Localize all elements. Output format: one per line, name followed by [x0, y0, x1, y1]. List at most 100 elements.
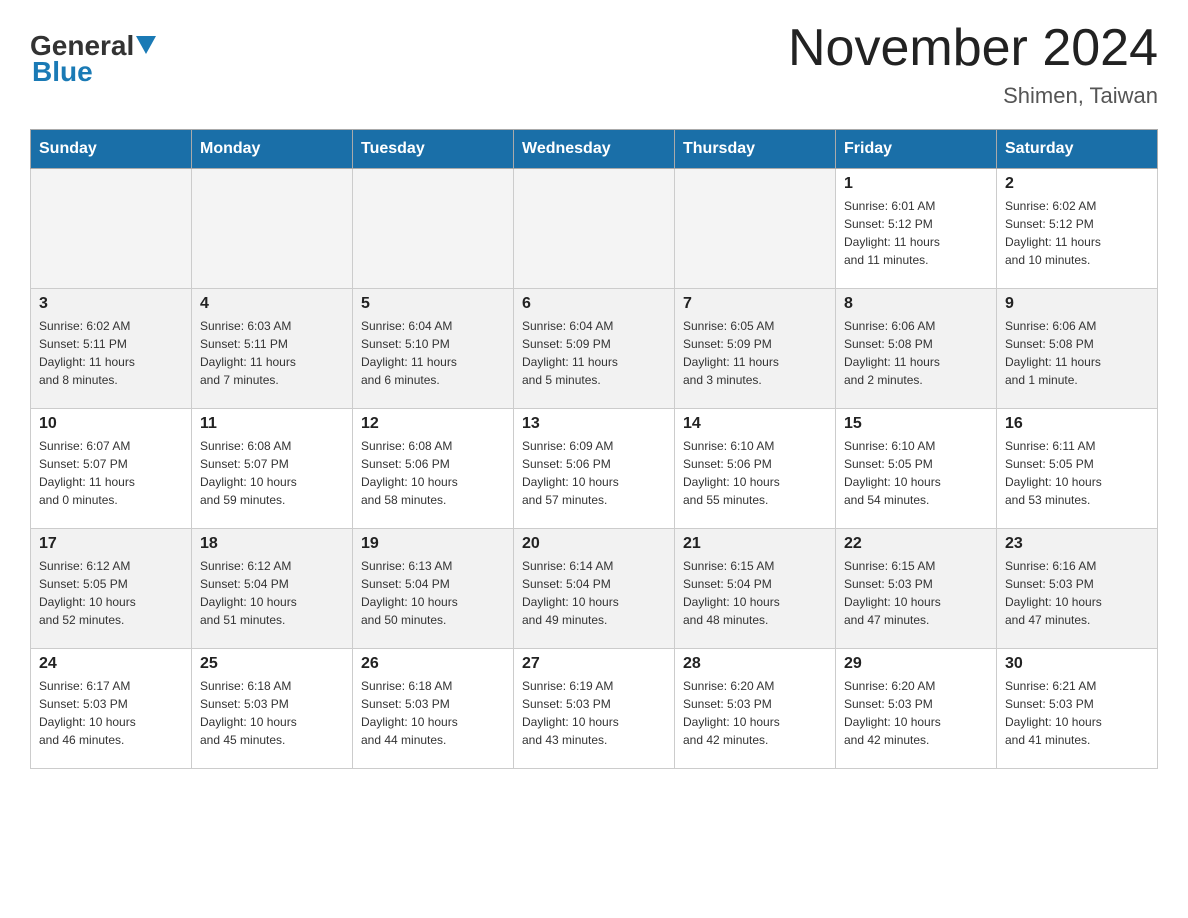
day-number: 5 — [361, 295, 505, 313]
calendar-header-tuesday: Tuesday — [353, 130, 514, 169]
calendar-cell: 22 Sunrise: 6:15 AM Sunset: 5:03 PM Dayli… — [836, 529, 997, 649]
calendar-cell: 26 Sunrise: 6:18 AM Sunset: 5:03 PM Dayli… — [353, 649, 514, 769]
calendar-cell: 8 Sunrise: 6:06 AM Sunset: 5:08 PM Daylig… — [836, 289, 997, 409]
calendar-cell: 14 Sunrise: 6:10 AM Sunset: 5:06 PM Dayli… — [675, 409, 836, 529]
calendar-cell: 28 Sunrise: 6:20 AM Sunset: 5:03 PM Dayli… — [675, 649, 836, 769]
day-number: 2 — [1005, 175, 1149, 193]
calendar-table: SundayMondayTuesdayWednesdayThursdayFrid… — [30, 129, 1158, 769]
day-number: 26 — [361, 655, 505, 673]
day-number: 17 — [39, 535, 183, 553]
day-number: 8 — [844, 295, 988, 313]
calendar-header-monday: Monday — [192, 130, 353, 169]
day-info: Sunrise: 6:17 AM Sunset: 5:03 PM Dayligh… — [39, 677, 183, 749]
calendar-cell: 27 Sunrise: 6:19 AM Sunset: 5:03 PM Dayli… — [514, 649, 675, 769]
day-info: Sunrise: 6:20 AM Sunset: 5:03 PM Dayligh… — [844, 677, 988, 749]
calendar-cell: 7 Sunrise: 6:05 AM Sunset: 5:09 PM Daylig… — [675, 289, 836, 409]
calendar-header-sunday: Sunday — [31, 130, 192, 169]
calendar-cell: 9 Sunrise: 6:06 AM Sunset: 5:08 PM Daylig… — [997, 289, 1158, 409]
day-number: 28 — [683, 655, 827, 673]
day-info: Sunrise: 6:14 AM Sunset: 5:04 PM Dayligh… — [522, 557, 666, 629]
day-number: 20 — [522, 535, 666, 553]
calendar-title: November 2024 — [788, 20, 1158, 77]
day-number: 11 — [200, 415, 344, 433]
calendar-cell: 20 Sunrise: 6:14 AM Sunset: 5:04 PM Dayli… — [514, 529, 675, 649]
title-area: November 2024 Shimen, Taiwan — [788, 20, 1158, 109]
day-info: Sunrise: 6:10 AM Sunset: 5:06 PM Dayligh… — [683, 437, 827, 509]
calendar-week-row-3: 10 Sunrise: 6:07 AM Sunset: 5:07 PM Dayli… — [31, 409, 1158, 529]
calendar-cell: 21 Sunrise: 6:15 AM Sunset: 5:04 PM Dayli… — [675, 529, 836, 649]
day-info: Sunrise: 6:12 AM Sunset: 5:04 PM Dayligh… — [200, 557, 344, 629]
calendar-cell: 19Sunrise: 6:13 AM Sunset: 5:04 PM Dayli… — [353, 529, 514, 649]
calendar-cell: 30Sunrise: 6:21 AM Sunset: 5:03 PM Dayli… — [997, 649, 1158, 769]
day-info: Sunrise: 6:15 AM Sunset: 5:04 PM Dayligh… — [683, 557, 827, 629]
calendar-week-row-2: 3Sunrise: 6:02 AM Sunset: 5:11 PM Daylig… — [31, 289, 1158, 409]
calendar-cell: 11 Sunrise: 6:08 AM Sunset: 5:07 PM Dayli… — [192, 409, 353, 529]
day-info: Sunrise: 6:06 AM Sunset: 5:08 PM Dayligh… — [844, 317, 988, 389]
day-number: 14 — [683, 415, 827, 433]
calendar-header-wednesday: Wednesday — [514, 130, 675, 169]
calendar-cell: 23 Sunrise: 6:16 AM Sunset: 5:03 PM Dayli… — [997, 529, 1158, 649]
day-number: 25 — [200, 655, 344, 673]
day-number: 24 — [39, 655, 183, 673]
day-info: Sunrise: 6:05 AM Sunset: 5:09 PM Dayligh… — [683, 317, 827, 389]
day-info: Sunrise: 6:03 AM Sunset: 5:11 PM Dayligh… — [200, 317, 344, 389]
calendar-cell: 6Sunrise: 6:04 AM Sunset: 5:09 PM Daylig… — [514, 289, 675, 409]
day-number: 21 — [683, 535, 827, 553]
day-number: 19 — [361, 535, 505, 553]
day-info: Sunrise: 6:04 AM Sunset: 5:10 PM Dayligh… — [361, 317, 505, 389]
calendar-cell: 16Sunrise: 6:11 AM Sunset: 5:05 PM Dayli… — [997, 409, 1158, 529]
calendar-cell: 3Sunrise: 6:02 AM Sunset: 5:11 PM Daylig… — [31, 289, 192, 409]
calendar-cell: 25Sunrise: 6:18 AM Sunset: 5:03 PM Dayli… — [192, 649, 353, 769]
day-number: 29 — [844, 655, 988, 673]
day-number: 6 — [522, 295, 666, 313]
calendar-cell — [353, 169, 514, 289]
calendar-cell — [514, 169, 675, 289]
day-number: 1 — [844, 175, 988, 193]
calendar-cell — [192, 169, 353, 289]
day-info: Sunrise: 6:12 AM Sunset: 5:05 PM Dayligh… — [39, 557, 183, 629]
calendar-cell: 5 Sunrise: 6:04 AM Sunset: 5:10 PM Daylig… — [353, 289, 514, 409]
day-number: 16 — [1005, 415, 1149, 433]
day-number: 7 — [683, 295, 827, 313]
calendar-cell — [675, 169, 836, 289]
calendar-cell: 17 Sunrise: 6:12 AM Sunset: 5:05 PM Dayli… — [31, 529, 192, 649]
day-info: Sunrise: 6:08 AM Sunset: 5:07 PM Dayligh… — [200, 437, 344, 509]
day-number: 22 — [844, 535, 988, 553]
day-number: 9 — [1005, 295, 1149, 313]
day-info: Sunrise: 6:19 AM Sunset: 5:03 PM Dayligh… — [522, 677, 666, 749]
day-info: Sunrise: 6:16 AM Sunset: 5:03 PM Dayligh… — [1005, 557, 1149, 629]
calendar-cell: 15Sunrise: 6:10 AM Sunset: 5:05 PM Dayli… — [836, 409, 997, 529]
day-info: Sunrise: 6:08 AM Sunset: 5:06 PM Dayligh… — [361, 437, 505, 509]
day-info: Sunrise: 6:06 AM Sunset: 5:08 PM Dayligh… — [1005, 317, 1149, 389]
calendar-header-row: SundayMondayTuesdayWednesdayThursdayFrid… — [31, 130, 1158, 169]
calendar-week-row-4: 17 Sunrise: 6:12 AM Sunset: 5:05 PM Dayli… — [31, 529, 1158, 649]
day-info: Sunrise: 6:07 AM Sunset: 5:07 PM Dayligh… — [39, 437, 183, 509]
logo-blue-part: Blue — [32, 56, 93, 88]
day-info: Sunrise: 6:02 AM Sunset: 5:11 PM Dayligh… — [39, 317, 183, 389]
calendar-cell: 2Sunrise: 6:02 AM Sunset: 5:12 PM Daylig… — [997, 169, 1158, 289]
day-info: Sunrise: 6:10 AM Sunset: 5:05 PM Dayligh… — [844, 437, 988, 509]
calendar-cell: 24 Sunrise: 6:17 AM Sunset: 5:03 PM Dayli… — [31, 649, 192, 769]
logo-triangle-icon — [136, 36, 156, 54]
day-number: 23 — [1005, 535, 1149, 553]
day-info: Sunrise: 6:15 AM Sunset: 5:03 PM Dayligh… — [844, 557, 988, 629]
day-info: Sunrise: 6:21 AM Sunset: 5:03 PM Dayligh… — [1005, 677, 1149, 749]
calendar-cell: 12 Sunrise: 6:08 AM Sunset: 5:06 PM Dayli… — [353, 409, 514, 529]
day-number: 27 — [522, 655, 666, 673]
day-info: Sunrise: 6:18 AM Sunset: 5:03 PM Dayligh… — [361, 677, 505, 749]
day-info: Sunrise: 6:20 AM Sunset: 5:03 PM Dayligh… — [683, 677, 827, 749]
calendar-location: Shimen, Taiwan — [788, 83, 1158, 109]
calendar-cell: 4Sunrise: 6:03 AM Sunset: 5:11 PM Daylig… — [192, 289, 353, 409]
calendar-week-row-5: 24 Sunrise: 6:17 AM Sunset: 5:03 PM Dayli… — [31, 649, 1158, 769]
day-number: 12 — [361, 415, 505, 433]
calendar-week-row-1: 1 Sunrise: 6:01 AM Sunset: 5:12 PM Daylig… — [31, 169, 1158, 289]
day-info: Sunrise: 6:01 AM Sunset: 5:12 PM Dayligh… — [844, 197, 988, 269]
calendar-cell: 18Sunrise: 6:12 AM Sunset: 5:04 PM Dayli… — [192, 529, 353, 649]
day-number: 10 — [39, 415, 183, 433]
calendar-header-thursday: Thursday — [675, 130, 836, 169]
header: General Blue November 2024 Shimen, Taiwa… — [30, 20, 1158, 109]
calendar-header-saturday: Saturday — [997, 130, 1158, 169]
calendar-cell: 1 Sunrise: 6:01 AM Sunset: 5:12 PM Daylig… — [836, 169, 997, 289]
calendar-cell: 13Sunrise: 6:09 AM Sunset: 5:06 PM Dayli… — [514, 409, 675, 529]
logo: General Blue — [30, 20, 156, 88]
